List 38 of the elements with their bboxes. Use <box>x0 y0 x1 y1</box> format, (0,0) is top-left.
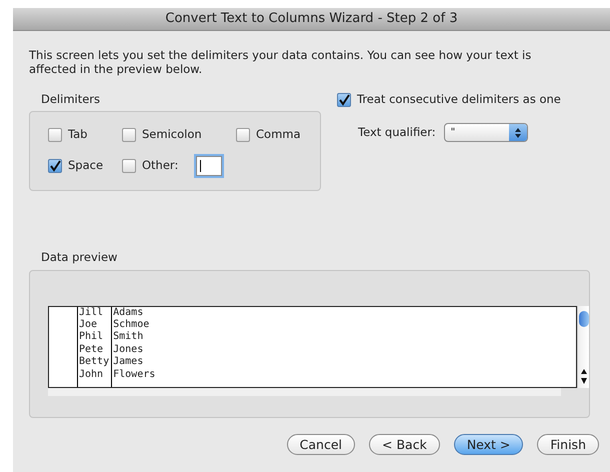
preview-cell-text: Jones <box>113 344 144 356</box>
preview-cell-text: Joe <box>79 318 98 331</box>
checkbox-label[interactable]: Semicolon <box>142 126 202 144</box>
preview-cell-text: Smith <box>113 331 144 344</box>
preview-cell-text: Schmoe <box>113 318 150 331</box>
dialog-button[interactable]: < Back <box>369 434 440 454</box>
checkbox[interactable] <box>337 92 351 107</box>
dialog-button[interactable]: Next > <box>454 434 524 454</box>
preview-cell-text: John <box>79 368 104 381</box>
checkbox[interactable] <box>48 158 62 172</box>
vertical-scrollbar[interactable] <box>577 306 589 388</box>
checkbox[interactable] <box>48 128 62 142</box>
stepper-arrows-icon <box>508 124 527 142</box>
other-input-field[interactable] <box>196 156 222 176</box>
preview-cell-text: Pete <box>79 344 104 356</box>
dialog-button[interactable]: Finish <box>537 434 599 454</box>
preview-cell-text: James <box>113 356 144 369</box>
description-text: This screen lets you set the delimiters your data contains. You can see how your text is affected in the preview below. <box>29 48 532 76</box>
checkbox[interactable] <box>122 158 136 172</box>
checkbox-label[interactable]: Other: <box>142 156 178 174</box>
group-label: Data preview <box>41 249 118 266</box>
checkbox[interactable] <box>236 128 250 142</box>
window-title: Convert Text to Columns Wizard - Step 2 of 3 <box>165 10 458 28</box>
checkbox-label[interactable]: Comma <box>256 126 301 144</box>
group-label: Delimiters <box>41 91 102 108</box>
checkbox[interactable] <box>122 128 136 142</box>
preview-cell: Betty <box>79 356 110 369</box>
checkbox-label[interactable]: Tab <box>68 126 88 144</box>
preview-cell-text: Adams <box>113 306 144 319</box>
checkbox-label[interactable]: Treat consecutive delimiters as one <box>357 91 561 108</box>
scroll-thumb[interactable] <box>579 310 589 326</box>
preview-cell: Flowers <box>113 368 156 381</box>
preview-cell-text: Jill <box>79 306 104 319</box>
preview-cell-text: Phil <box>79 331 104 344</box>
checkbox-label[interactable]: Space <box>68 156 104 174</box>
field-label: Text qualifier: <box>358 124 436 142</box>
dialog-button[interactable]: Cancel <box>286 434 356 454</box>
text-qualifier-dropdown[interactable]: " <box>444 123 528 142</box>
